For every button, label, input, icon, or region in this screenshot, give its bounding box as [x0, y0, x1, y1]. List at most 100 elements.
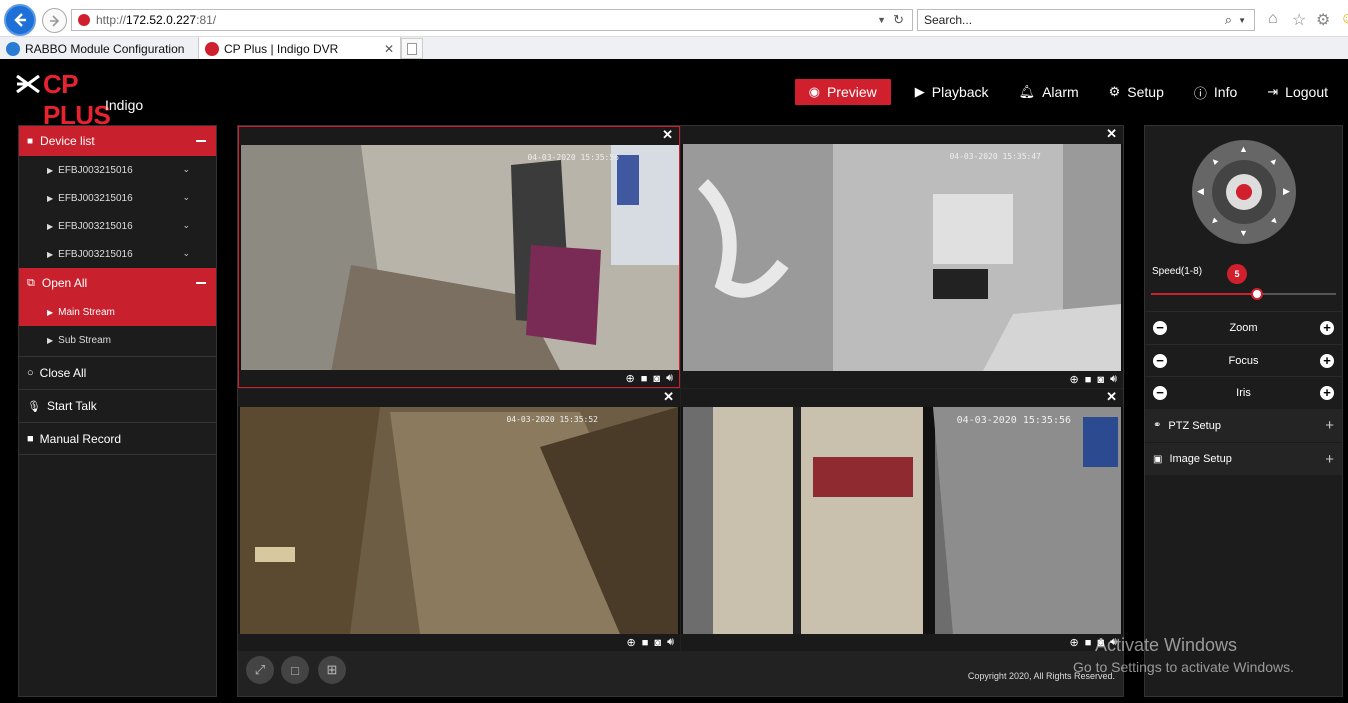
home-icon[interactable]: ⌂: [1268, 10, 1278, 28]
camera-cell[interactable]: ✕ 04-03-2020 15:35:56 ⊕ ■ ◙ 🔊︎: [681, 389, 1123, 651]
nav-label: Setup: [1127, 84, 1164, 100]
zoom-plus-icon[interactable]: +: [1320, 320, 1334, 335]
video-grid: ✕ 04-03-2020 15:35:56 ⊕ ■ ◙ 🔊︎ ✕ 04-03-2…: [237, 125, 1124, 697]
chevron-down-icon[interactable]: ⌄: [182, 220, 190, 231]
chevron-down-icon[interactable]: ⌄: [182, 192, 190, 203]
record-icon[interactable]: ■: [642, 637, 649, 649]
close-icon[interactable]: ✕: [1106, 126, 1117, 142]
record-icon[interactable]: ■: [1085, 637, 1092, 649]
device-list-label: Device list: [40, 134, 95, 148]
zoom-minus-icon[interactable]: −: [1153, 320, 1167, 335]
record-icon[interactable]: ■: [641, 373, 648, 385]
start-talk-label: Start Talk: [46, 399, 97, 413]
record-icon[interactable]: ■: [1085, 374, 1092, 386]
quad-view-button[interactable]: ⊞: [318, 656, 346, 684]
snapshot-icon[interactable]: ◙: [1097, 374, 1104, 386]
image-setup-icon: ▣: [1153, 453, 1163, 465]
ptz-setup-row[interactable]: ⚭ PTZ Setup +: [1145, 409, 1342, 442]
arrow-downleft-icon[interactable]: ▼: [1208, 214, 1221, 227]
caret-right-icon: ▶: [47, 307, 54, 317]
speed-slider-handle[interactable]: [1250, 288, 1263, 300]
search-dropdown-icon[interactable]: ▼: [1238, 16, 1246, 25]
single-view-button[interactable]: □: [281, 656, 309, 684]
nav-setup[interactable]: ⚙ Setup: [1103, 79, 1170, 105]
device-item[interactable]: ▶ EFBJ003215016 ⌄: [19, 212, 216, 240]
chevron-down-icon[interactable]: ⌄: [182, 248, 190, 259]
arrow-downright-icon[interactable]: ▼: [1268, 214, 1281, 227]
search-icon[interactable]: ⌕: [1225, 12, 1232, 28]
collapse-icon[interactable]: [196, 282, 206, 284]
device-item[interactable]: ▶ EFBJ003215016 ⌄: [19, 240, 216, 268]
main-stream-item[interactable]: ▶ Main Stream: [19, 298, 216, 326]
nav-info[interactable]: ⓘ Info: [1188, 79, 1243, 105]
zoom-icon[interactable]: ⊕: [627, 636, 636, 649]
snapshot-icon[interactable]: ◙: [653, 373, 660, 385]
ptz-center-button[interactable]: [1226, 174, 1262, 210]
ptz-record-dot: [1236, 184, 1252, 200]
focus-minus-icon[interactable]: −: [1153, 353, 1167, 368]
tab-close-icon[interactable]: ✕: [384, 42, 394, 56]
zoom-icon[interactable]: ⊕: [626, 372, 635, 385]
feedback-smiley-icon[interactable]: ☺: [1340, 10, 1348, 28]
close-all-label: Close All: [39, 366, 87, 380]
nav-playback[interactable]: ▶ Playback: [909, 79, 995, 105]
camera-cell[interactable]: ✕ 04-03-2020 15:35:56 ⊕ ■ ◙ 🔊︎: [238, 126, 680, 388]
speed-slider[interactable]: [1151, 288, 1336, 300]
nav-preview[interactable]: ◉ Preview: [794, 79, 891, 105]
ptz-direction-pad[interactable]: ▲ ▼ ◀ ▶ ▲ ▲ ▼ ▼: [1192, 140, 1296, 244]
new-tab-button[interactable]: [401, 38, 423, 59]
forward-button[interactable]: [42, 8, 67, 33]
close-icon[interactable]: ✕: [1106, 389, 1117, 405]
fullscreen-button[interactable]: ⤢: [246, 656, 274, 684]
volume-icon[interactable]: 🔊︎: [666, 372, 673, 385]
search-input[interactable]: Search... ⌕ ▼: [917, 9, 1255, 31]
camera-cell[interactable]: ✕ 04-03-2020 15:35:47 ⊕ ■ ◙ 🔊︎: [681, 126, 1123, 388]
close-icon[interactable]: ✕: [662, 127, 673, 143]
arrow-left-icon[interactable]: ◀: [1197, 186, 1204, 197]
zoom-icon[interactable]: ⊕: [1070, 636, 1079, 649]
chevron-down-icon[interactable]: ⌄: [182, 164, 190, 175]
device-list-header[interactable]: ■ Device list: [19, 126, 216, 156]
tab-cpplus[interactable]: CP Plus | Indigo DVR ✕: [199, 37, 401, 60]
dropdown-icon[interactable]: ▼: [877, 15, 886, 25]
device-item[interactable]: ▶ EFBJ003215016 ⌄: [19, 156, 216, 184]
close-icon[interactable]: ✕: [663, 389, 674, 405]
volume-icon[interactable]: 🔊︎: [1110, 373, 1117, 386]
tab-rabbo[interactable]: RABBO Module Configuration: [0, 37, 199, 60]
address-bar[interactable]: http://172.52.0.227:81/ ▼ ↻: [71, 9, 913, 31]
play-icon: ▶: [914, 84, 925, 99]
collapse-icon[interactable]: [196, 140, 206, 142]
expand-plus-icon[interactable]: +: [1325, 451, 1334, 468]
nav-logout[interactable]: ⇥ Logout: [1261, 79, 1334, 105]
snapshot-icon[interactable]: ◙: [654, 637, 661, 649]
favorites-star-icon[interactable]: ☆: [1292, 10, 1306, 30]
zoom-icon[interactable]: ⊕: [1070, 373, 1079, 386]
camera-cell[interactable]: ✕ 04-03-2020 15:35:52 ⊕ ■ ◙ 🔊︎: [238, 389, 680, 651]
open-all-label: Open All: [41, 276, 88, 290]
arrow-down-icon[interactable]: ▼: [1239, 228, 1248, 238]
arrow-right-icon[interactable]: ▶: [1283, 186, 1290, 197]
stream-label: Sub Stream: [58, 334, 111, 346]
expand-plus-icon[interactable]: +: [1325, 417, 1334, 434]
arrow-upleft-icon[interactable]: ▲: [1208, 154, 1221, 167]
volume-icon[interactable]: 🔊︎: [667, 636, 674, 649]
start-talk-button[interactable]: 🎙︎ Start Talk: [19, 389, 216, 422]
focus-plus-icon[interactable]: +: [1320, 353, 1334, 368]
back-button[interactable]: [4, 4, 36, 36]
image-setup-row[interactable]: ▣ Image Setup +: [1145, 442, 1342, 475]
focus-label: Focus: [1228, 354, 1259, 367]
manual-record-button[interactable]: ■ Manual Record: [19, 422, 216, 455]
device-item[interactable]: ▶ EFBJ003215016 ⌄: [19, 184, 216, 212]
open-all-header[interactable]: ⧉ Open All: [19, 268, 216, 298]
gear-icon: ⚙: [1108, 84, 1121, 99]
refresh-icon[interactable]: ↻: [893, 12, 904, 28]
sub-stream-item[interactable]: ▶ Sub Stream: [19, 326, 216, 354]
settings-gear-icon[interactable]: ⚙: [1316, 10, 1330, 30]
nav-alarm[interactable]: 🔔︎ Alarm: [1013, 79, 1085, 105]
close-all-button[interactable]: ○ Close All: [19, 356, 216, 389]
arrow-upright-icon[interactable]: ▲: [1268, 154, 1281, 167]
arrow-up-icon[interactable]: ▲: [1239, 144, 1248, 154]
iris-minus-icon[interactable]: −: [1153, 385, 1167, 400]
iris-plus-icon[interactable]: +: [1320, 385, 1334, 400]
bell-icon: 🔔︎: [1018, 84, 1036, 99]
